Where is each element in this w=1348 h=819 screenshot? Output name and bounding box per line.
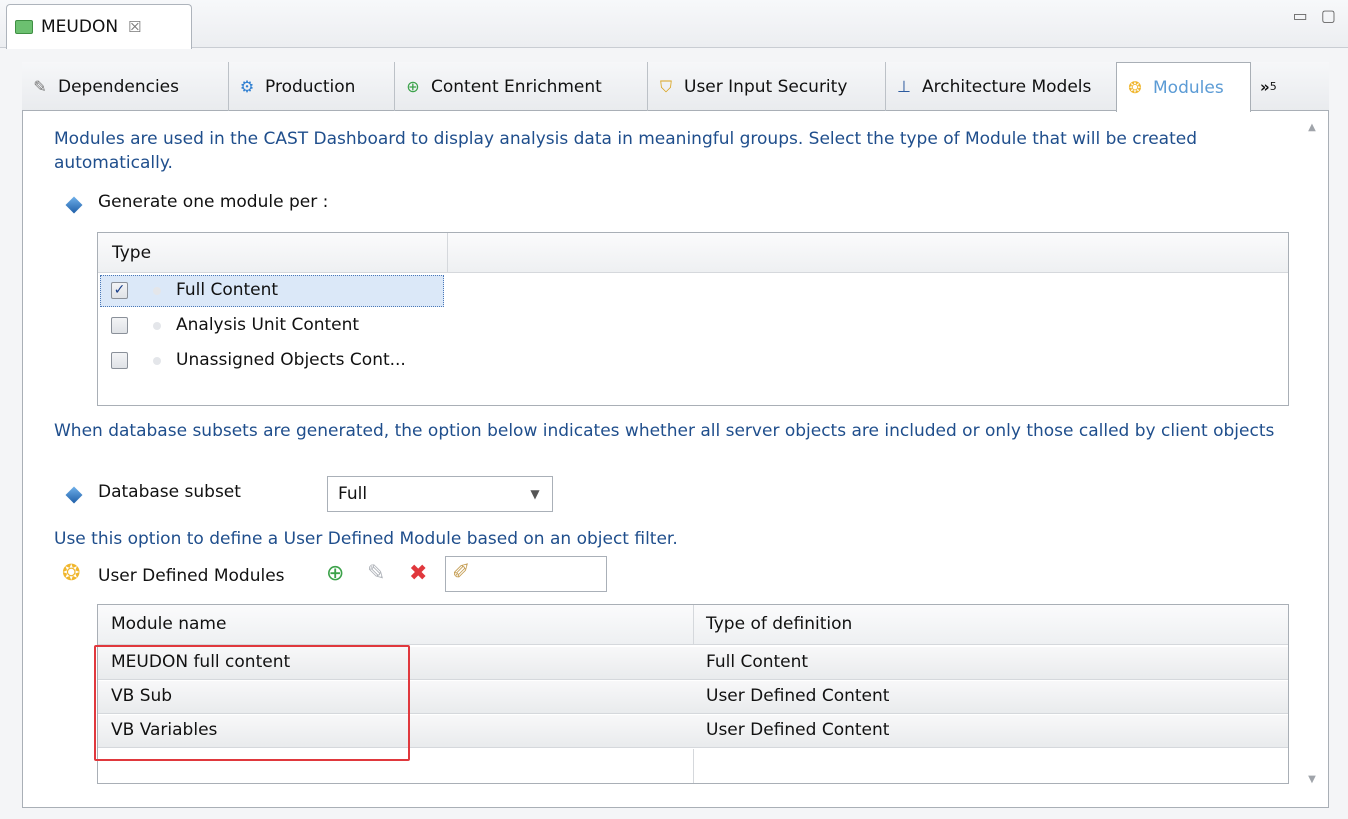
editor-tab-meudon[interactable]: MEUDON ☒ (6, 4, 192, 49)
editor-tab-title: MEUDON (41, 17, 119, 37)
type-row-label: Full Content (176, 280, 279, 300)
column-header-type-label: Type (112, 243, 152, 263)
architecture-icon: ⊥ (897, 77, 911, 96)
editor-title-bar (0, 0, 1348, 48)
scroll-up-arrow-icon[interactable]: ▲ (1296, 122, 1328, 133)
udm-label: User Defined Modules (98, 566, 285, 586)
shield-icon: ⛉ (659, 76, 672, 96)
column-divider[interactable] (693, 605, 694, 645)
column-header-module-name[interactable]: Module name (111, 614, 226, 634)
module-filter-input[interactable]: ✐ (445, 556, 607, 592)
tabs-overflow-button[interactable]: » 5 (1256, 62, 1296, 111)
tab-label: Architecture Models (922, 76, 1092, 97)
module-type-cell: Full Content (706, 652, 809, 672)
tab-modules[interactable]: ❂ Modules (1116, 62, 1251, 112)
column-header-type[interactable]: Type (98, 233, 448, 273)
column-header-type-of-definition[interactable]: Type of definition (706, 614, 852, 634)
edit-module-button[interactable]: ✎ (367, 563, 385, 585)
tab-content-enrichment[interactable]: ⊕ Content Enrichment (395, 62, 648, 111)
type-row-icon (153, 287, 161, 295)
udm-intro-text: Use this option to define a User Defined… (54, 529, 678, 549)
production-icon: ⚙ (239, 77, 255, 96)
modules-icon: ❂ (1128, 78, 1142, 97)
chevron-down-icon[interactable]: ▼ (518, 477, 552, 511)
chevron-right-icon: » (1260, 77, 1270, 96)
application-icon (15, 20, 33, 34)
modules-intro-text: Modules are used in the CAST Dashboard t… (54, 129, 1198, 173)
annotation-highlight-box (94, 645, 410, 761)
generate-label: Generate one module per : (98, 192, 329, 212)
tab-label: Production (265, 76, 356, 97)
tab-label: Content Enrichment (431, 76, 602, 97)
type-row-icon (153, 357, 161, 365)
analysis-unit-content-checkbox[interactable] (111, 317, 128, 334)
tab-dependencies[interactable]: ✎ Dependencies (22, 62, 229, 111)
filter-wand-icon[interactable]: ✐ (452, 560, 470, 585)
tab-architecture-models[interactable]: ⊥ Architecture Models (886, 62, 1138, 111)
scroll-down-arrow-icon[interactable]: ▼ (1296, 774, 1328, 785)
type-row-label: Analysis Unit Content (176, 315, 360, 335)
vertical-scrollbar[interactable]: ▲ ▼ (1296, 112, 1328, 806)
database-subset-dropdown[interactable]: Full ▼ (327, 476, 553, 512)
close-icon[interactable]: ☒ (128, 18, 141, 36)
tab-user-input-security[interactable]: ⛉ User Input Security (648, 62, 886, 111)
delete-module-button[interactable]: ✖ (409, 563, 427, 585)
type-row-label: Unassigned Objects Cont... (176, 350, 406, 370)
unassigned-objects-checkbox[interactable] (111, 352, 128, 369)
window-controls[interactable]: ▭ ▢ (1293, 6, 1340, 25)
tab-label: Dependencies (58, 76, 179, 97)
modules-table-header: Module name Type of definition (98, 605, 1288, 645)
database-subset-label: Database subset (98, 482, 241, 502)
type-row-icon (153, 322, 161, 330)
module-type-cell: User Defined Content (706, 720, 890, 740)
add-module-button[interactable]: ⊕ (326, 563, 344, 585)
tab-label: Modules (1153, 77, 1224, 98)
section-tabs: ✎ Dependencies ⚙ Production ⊕ Content En… (22, 62, 1329, 112)
dependencies-icon: ✎ (33, 77, 47, 96)
database-subset-value: Full (338, 484, 368, 504)
tab-production[interactable]: ⚙ Production (229, 62, 395, 111)
subset-intro-text: When database subsets are generated, the… (54, 421, 1275, 441)
tab-label: User Input Security (684, 76, 848, 97)
module-type-cell: User Defined Content (706, 686, 890, 706)
tabs-overflow-count: 5 (1269, 80, 1277, 93)
column-divider (693, 749, 694, 783)
type-table-header: Type (98, 233, 1288, 273)
full-content-checkbox[interactable]: ✓ (111, 282, 128, 299)
content-enrichment-icon: ⊕ (406, 77, 420, 96)
modules-icon: ❂ (62, 561, 81, 586)
